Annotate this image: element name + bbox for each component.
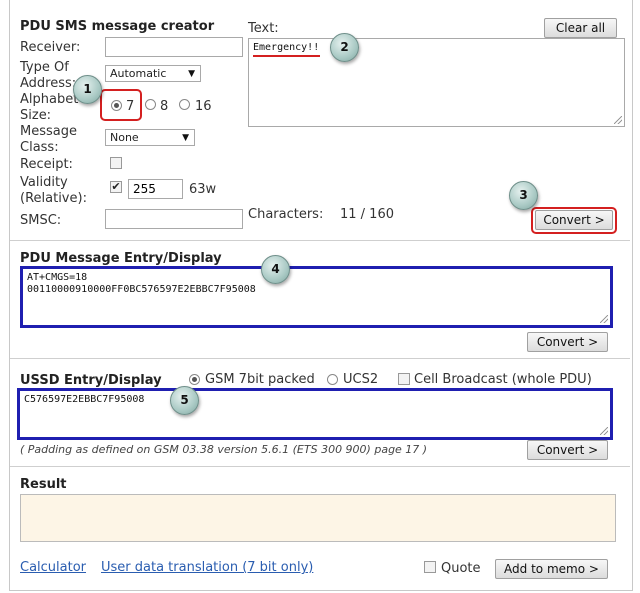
section-divider	[10, 466, 630, 467]
annotation-badge-4: 4	[261, 255, 290, 284]
type-of-address-value: Automatic	[110, 67, 167, 80]
resize-grip-icon[interactable]	[600, 427, 608, 435]
sms-creator-title: PDU SMS message creator	[20, 19, 215, 34]
ussd-radio-gsm7[interactable]	[189, 374, 200, 385]
quote-label: Quote	[441, 561, 481, 576]
alphabet-highlight-box	[100, 89, 142, 121]
alphabet-radio-16[interactable]	[179, 99, 190, 110]
alphabet-label-line2: Size:	[20, 108, 52, 123]
validity-label-line2: (Relative):	[20, 191, 87, 206]
message-class-select[interactable]: None ▼	[105, 129, 195, 146]
receipt-checkbox[interactable]	[110, 157, 122, 169]
result-box	[20, 494, 616, 542]
add-to-memo-button[interactable]: Add to memo >	[495, 559, 608, 579]
text-label: Text:	[248, 21, 279, 36]
annotation-badge-5: 5	[170, 386, 199, 415]
ussd-option-gsm7-label: GSM 7bit packed	[205, 372, 315, 387]
pdu-line-1: AT+CMGS=18	[27, 272, 88, 283]
smsc-input[interactable]	[105, 209, 243, 229]
pdu-display-title: PDU Message Entry/Display	[20, 251, 222, 266]
ussd-convert-button[interactable]: Convert >	[527, 440, 608, 460]
result-title: Result	[20, 477, 67, 492]
validity-checkbox[interactable]: ✔	[110, 181, 122, 193]
clear-all-button[interactable]: Clear all	[544, 18, 617, 38]
calculator-link[interactable]: Calculator	[20, 560, 86, 575]
annotation-badge-2: 2	[330, 33, 359, 62]
ussd-option-ucs2-label: UCS2	[343, 372, 379, 387]
message-class-label-line2: Class:	[20, 140, 59, 155]
type-of-address-label-line1: Type Of	[20, 60, 69, 75]
sms-convert-button[interactable]: Convert >	[535, 210, 613, 230]
pdu-text-area[interactable]: AT+CMGS=18 00110000910000FF0BC576597E2EB…	[20, 266, 613, 328]
resize-grip-icon[interactable]	[614, 116, 622, 124]
receipt-label: Receipt:	[20, 157, 73, 172]
receiver-input[interactable]	[105, 37, 243, 57]
message-text-area[interactable]: Emergency!!	[248, 38, 625, 127]
characters-label: Characters:	[248, 207, 324, 222]
dropdown-arrow-icon: ▼	[182, 133, 189, 143]
validity-unit: 63w	[189, 182, 217, 197]
smsc-label: SMSC:	[20, 213, 62, 228]
cell-broadcast-label: Cell Broadcast (whole PDU)	[414, 372, 592, 387]
user-data-translation-link[interactable]: User data translation (7 bit only)	[101, 560, 313, 575]
validity-input[interactable]	[128, 179, 183, 199]
message-class-value: None	[110, 131, 139, 144]
annotation-badge-1: 1	[73, 75, 102, 104]
quote-checkbox[interactable]	[424, 561, 436, 573]
alphabet-option-8-label: 8	[160, 99, 169, 114]
pdu-line-2: 00110000910000FF0BC576597E2EBBC7F95008	[27, 284, 256, 295]
alphabet-label-line1: Alphabet	[20, 92, 79, 107]
type-of-address-label-line2: Address:	[20, 76, 77, 91]
ussd-padding-note: ( Padding as defined on GSM 03.38 versio…	[20, 443, 428, 456]
ussd-content: C576597E2EBBC7F95008	[24, 394, 145, 405]
characters-count: 11 / 160	[340, 207, 394, 222]
alphabet-radio-8[interactable]	[145, 99, 156, 110]
ussd-text-area[interactable]: C576597E2EBBC7F95008	[17, 388, 613, 440]
dropdown-arrow-icon: ▼	[188, 69, 195, 79]
message-class-label-line1: Message	[20, 124, 77, 139]
alphabet-option-16-label: 16	[195, 99, 212, 114]
cell-broadcast-checkbox[interactable]	[398, 373, 410, 385]
resize-grip-icon[interactable]	[600, 315, 608, 323]
type-of-address-select[interactable]: Automatic ▼	[105, 65, 201, 82]
section-divider	[10, 240, 630, 241]
text-underline-annotation	[253, 55, 320, 57]
pdu-convert-button[interactable]: Convert >	[527, 332, 608, 352]
ussd-title: USSD Entry/Display	[20, 373, 162, 388]
ussd-radio-ucs2[interactable]	[327, 374, 338, 385]
validity-label-line1: Validity	[20, 175, 68, 190]
annotation-badge-3: 3	[509, 181, 538, 210]
message-text-value: Emergency!!	[253, 42, 320, 53]
receiver-label: Receiver:	[20, 40, 81, 55]
section-divider	[10, 358, 630, 359]
